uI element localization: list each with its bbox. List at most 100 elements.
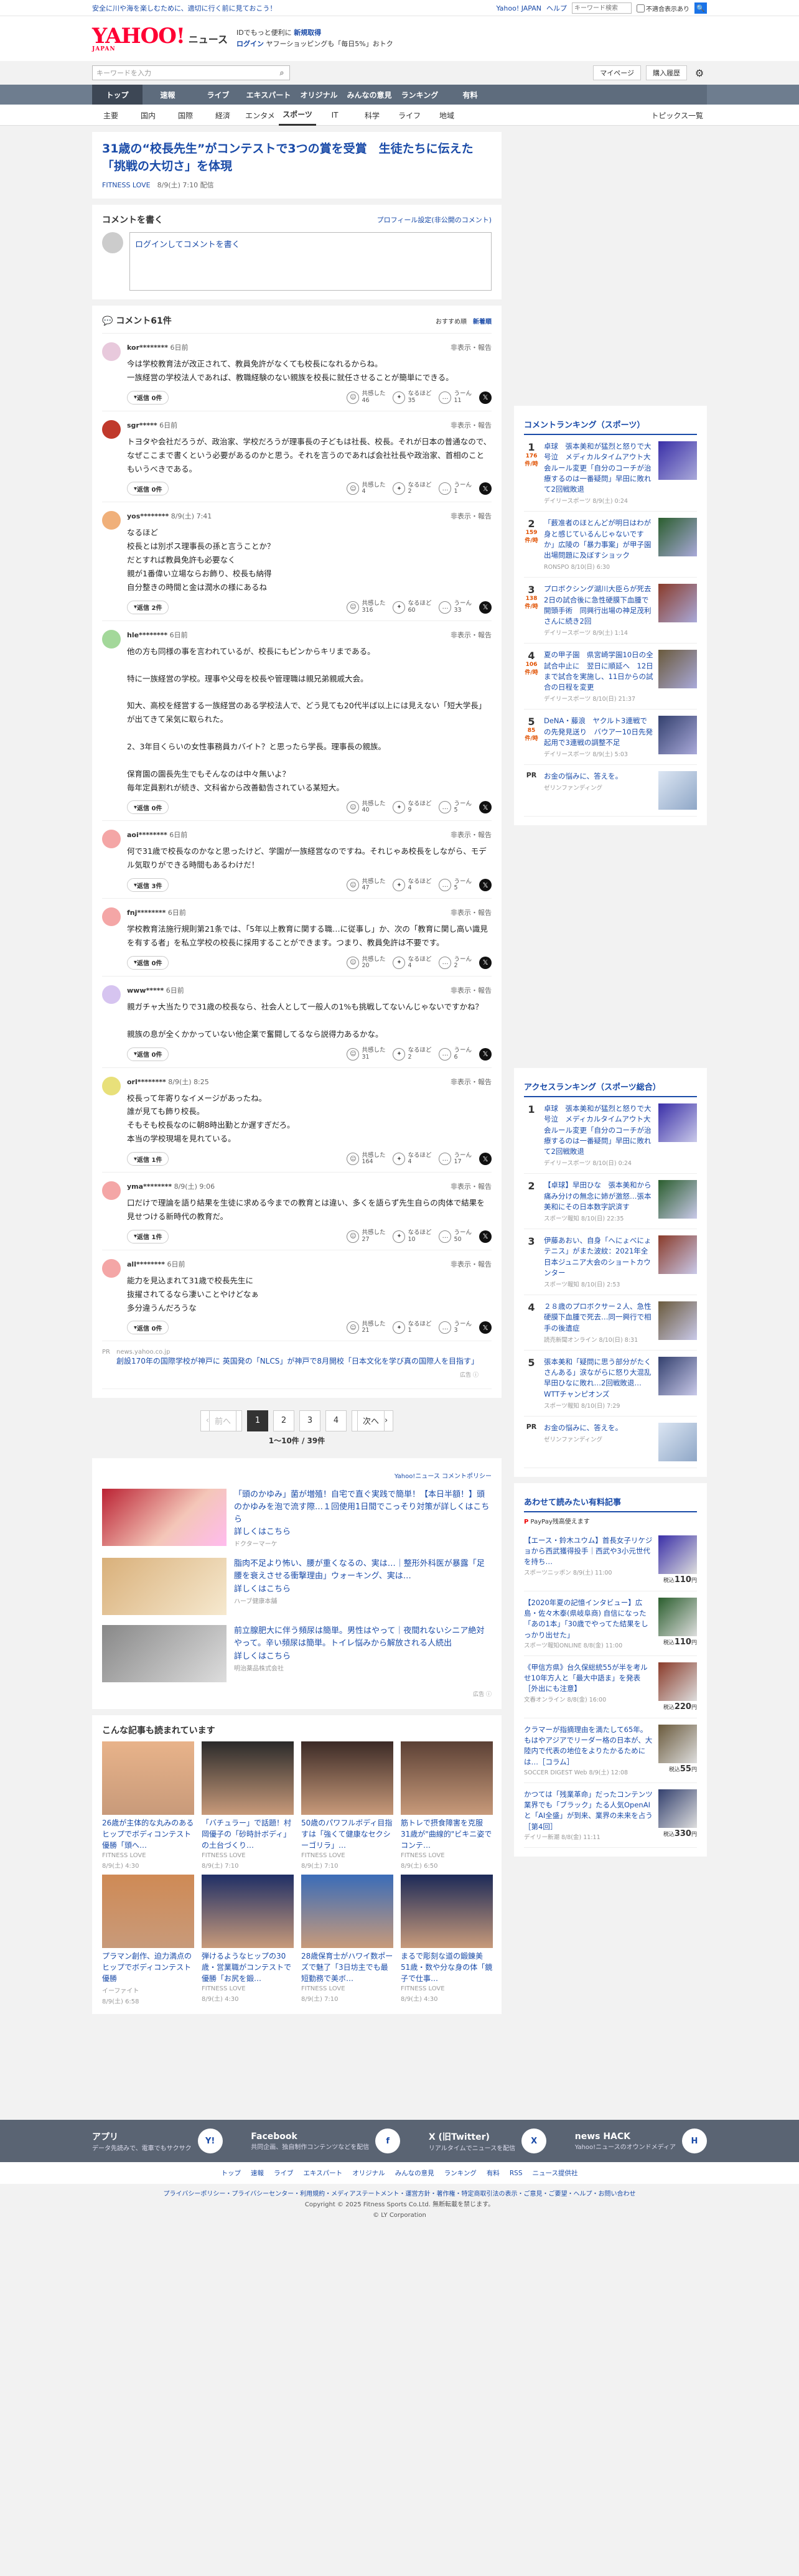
- subnav-world[interactable]: 国際: [167, 105, 204, 126]
- rank-title[interactable]: DeNA・藤浪 ヤクルト3連戦での先発見送り バウアー10日先発起用で3連戦の調…: [544, 716, 653, 748]
- comment-report-link[interactable]: 非表示・報告: [451, 985, 492, 995]
- comment-ranking-title[interactable]: コメントランキング（スポーツ）: [524, 415, 697, 435]
- access-rank-item[interactable]: 3 伊藤あおい、自身「へにょべにょテニス」がまた波紋：2021年全日本ジュニア大会…: [524, 1229, 697, 1295]
- related-thumbnail[interactable]: [401, 1741, 493, 1815]
- related-article[interactable]: 「バチュラー」で話題！村岡優子の「砂時計ボディ」の土台づくり… FITNESS L…: [202, 1741, 294, 1870]
- reaction-button[interactable]: … うーん 3: [439, 1321, 472, 1334]
- reaction-button[interactable]: ✦ なるほど 35: [393, 391, 431, 404]
- rank-title[interactable]: 【卓球】早田ひな 張本美和から痛み分けの無念に姉が激怒…張本美和にその日本数字訳…: [544, 1180, 653, 1212]
- related-thumbnail[interactable]: [102, 1741, 194, 1815]
- rank-thumbnail[interactable]: [658, 1180, 697, 1219]
- footer-block-title[interactable]: X (旧Twitter): [429, 2130, 515, 2143]
- related-article[interactable]: プラマン創作、迫力満点のヒップでボディコンテスト優勝 イーファイト 8/9(土) 6…: [102, 1875, 194, 2005]
- rank-thumbnail[interactable]: [658, 1235, 697, 1274]
- nav-expert[interactable]: エキスパート: [243, 85, 294, 105]
- reaction-button[interactable]: ☺ 共感した 40: [347, 800, 385, 814]
- subnav-economy[interactable]: 経済: [204, 105, 241, 126]
- reaction-button[interactable]: … うーん 11: [439, 391, 472, 404]
- related-title[interactable]: 弾けるようなヒップの30歳・営業職がコンテストで優勝「お尻を鍛…: [202, 1951, 294, 1984]
- related-article[interactable]: 弾けるようなヒップの30歳・営業職がコンテストで優勝「お尻を鍛… FITNESS …: [202, 1875, 294, 2005]
- footer-block[interactable]: アプリ データ先読みで、電車でもサクサク Y!: [92, 2129, 223, 2154]
- reaction-button[interactable]: ✦ なるほど 4: [393, 1152, 431, 1166]
- reaction-button[interactable]: ✦ なるほど 2: [393, 482, 431, 495]
- paid-article-title[interactable]: 【2020年夏の記憶インタビュー】広島・佐々木泰(県岐阜商) 自信になった「あの…: [524, 1598, 653, 1641]
- rank-title[interactable]: 「薮准者のほとんどが明日はわが身と感じているんじゃないですか」広陵の「暴力事案」…: [544, 518, 653, 561]
- footer-nav-link[interactable]: トップ: [222, 2170, 241, 2177]
- ad-item[interactable]: 「頭のかゆみ」菌が増殖！自宅で直ぐ実践で簡単！【本日半額！】頭のかゆみを泡で流す…: [102, 1484, 492, 1553]
- search-icon[interactable]: ⌕: [274, 68, 289, 78]
- related-title[interactable]: 筋トレで摂食障害を克服 31歳が"曲線的"ビキニ姿でコンテ…: [401, 1817, 493, 1851]
- reply-button[interactable]: ▾ 返信 2件: [127, 600, 169, 614]
- paid-article-item[interactable]: クラマーが指摘理由を満たして65年。もはやアジアでリーダー格の日本が、大陸内で代…: [524, 1718, 697, 1783]
- comment-username[interactable]: aoi********: [127, 831, 167, 839]
- reply-button[interactable]: ▾ 返信 3件: [127, 878, 169, 892]
- subnav-life[interactable]: ライフ: [391, 105, 428, 126]
- subnav-sports[interactable]: スポーツ: [279, 105, 316, 126]
- comment-report-link[interactable]: 非表示・報告: [451, 1181, 492, 1191]
- side-pr-2[interactable]: PR お金の悩みに、答えを。 ゼリンファンディング: [524, 1417, 697, 1468]
- subnav-local[interactable]: 地域: [428, 105, 465, 126]
- x-share-icon[interactable]: 𝕏: [479, 391, 492, 404]
- ad-item[interactable]: 前立腺肥大に伴う頻尿は簡単。男性はやって｜夜間れないシニア絶対やって。辛い頻尿は…: [102, 1620, 492, 1687]
- rank-title[interactable]: ２８歳のプロボクサー２人、急性硬膜下血腫で死去…同一興行で相手の後遺症: [544, 1301, 653, 1334]
- comment-rank-item[interactable]: 5 85 件/時 DeNA・藤浪 ヤクルト3連戦での先発見送り バウアー10日先発起用…: [524, 710, 697, 765]
- related-thumbnail[interactable]: [102, 1875, 194, 1949]
- policy-links[interactable]: プライバシーポリシー・プライバシーセンター・利用規約・メディアステートメント・運…: [0, 2189, 799, 2199]
- commenter-avatar[interactable]: [102, 830, 121, 849]
- access-rank-item[interactable]: 4 ２８歳のプロボクサー２人、急性硬膜下血腫で死去…同一興行で相手の後遺症 読売新聞…: [524, 1295, 697, 1351]
- x-share-icon[interactable]: 𝕏: [479, 801, 492, 814]
- reaction-button[interactable]: … うーん 33: [439, 601, 472, 614]
- x-share-icon[interactable]: 𝕏: [479, 879, 492, 892]
- news-service-name[interactable]: ニュース: [189, 31, 228, 46]
- related-title[interactable]: まるで彫刻な道の鍛錬美 51歳・数や分な身の体「鏡子で仕事…: [401, 1951, 493, 1984]
- related-thumbnail[interactable]: [202, 1875, 294, 1949]
- access-rank-item[interactable]: 1 卓球 張本美和が猛烈と怒りで大号泣 メディカルタイムアウト大会ルール変更「自分…: [524, 1097, 697, 1174]
- search-box[interactable]: キーワードを入力 ⌕: [92, 65, 290, 80]
- top-search-button[interactable]: 🔍: [694, 2, 707, 14]
- related-thumbnail[interactable]: [301, 1741, 393, 1815]
- reply-button[interactable]: ▾ 返信 0件: [127, 1047, 169, 1061]
- ad-headline[interactable]: 脂肉不足より怖い、腰が重くなるの、実は…｜整形外科医が暴露「足腰を衰えさせる衝撃…: [234, 1558, 492, 1583]
- paid-article-thumbnail[interactable]: [658, 1724, 697, 1763]
- sort-recommended[interactable]: おすすめ順: [436, 316, 467, 326]
- nav-top[interactable]: トップ: [92, 85, 143, 105]
- mypage-button[interactable]: マイページ: [593, 65, 641, 80]
- reply-button[interactable]: ▾ 返信 0件: [127, 482, 169, 496]
- paid-article-item[interactable]: 【2020年夏の記憶インタビュー】広島・佐々木泰(県岐阜商) 自信になった「あの…: [524, 1591, 697, 1656]
- commenter-avatar[interactable]: [102, 1258, 121, 1278]
- reaction-button[interactable]: ☺ 共感した 47: [347, 878, 385, 892]
- related-article[interactable]: 筋トレで摂食障害を克服 31歳が"曲線的"ビキニ姿でコンテ… FITNESS LO…: [401, 1741, 493, 1870]
- reaction-button[interactable]: ✦ なるほど 4: [393, 956, 431, 970]
- reply-button[interactable]: ▾ 返信 0件: [127, 1321, 169, 1335]
- paid-article-thumbnail[interactable]: [658, 1789, 697, 1828]
- reaction-button[interactable]: ☺ 共感した 46: [347, 391, 385, 404]
- footer-block[interactable]: Facebook 共同企画、独自制作コンテンツなどを配信 f: [251, 2129, 401, 2154]
- subnav-it[interactable]: IT: [316, 105, 353, 126]
- reaction-button[interactable]: ☺ 共感した 164: [347, 1152, 385, 1166]
- commenter-avatar[interactable]: [102, 1181, 121, 1201]
- paid-articles-title[interactable]: あわせて読みたい有料記事: [524, 1492, 697, 1512]
- footer-nav-link[interactable]: 有料: [487, 2170, 500, 2177]
- prev-page-button[interactable]: ‹ 前へ: [200, 1410, 242, 1431]
- ad-text[interactable]: 創設170年の国際学校が神戸に 英国発の「NLCS」が神戸で8月開校「日本文化を…: [116, 1356, 479, 1367]
- footer-nav-link[interactable]: ランキング: [444, 2170, 477, 2177]
- comment-report-link[interactable]: 非表示・報告: [451, 907, 492, 917]
- comment-username[interactable]: kor********: [127, 344, 168, 352]
- comment-username[interactable]: yma********: [127, 1183, 172, 1191]
- x-share-icon[interactable]: 𝕏: [479, 956, 492, 969]
- paid-article-thumbnail[interactable]: [658, 1597, 697, 1636]
- nav-paid[interactable]: 有料: [445, 85, 495, 105]
- subnav-main[interactable]: 主要: [92, 105, 129, 126]
- nav-opinion[interactable]: みんなの意見: [344, 85, 395, 105]
- ad-cta-link[interactable]: 詳しくはこちら: [234, 1526, 492, 1539]
- related-article[interactable]: まるで彫刻な道の鍛錬美 51歳・数や分な身の体「鏡子で仕事… FITNESS LO…: [401, 1875, 493, 2005]
- purchase-history-button[interactable]: 購入履歴: [646, 65, 687, 80]
- related-title[interactable]: 「バチュラー」で話題！村岡優子の「砂時計ボディ」の土台づくり…: [202, 1817, 294, 1851]
- related-thumbnail[interactable]: [401, 1875, 493, 1949]
- comment-report-link[interactable]: 非表示・報告: [451, 630, 492, 640]
- comment-username[interactable]: yos********: [127, 512, 169, 520]
- topics-list-link[interactable]: トピックス一覧: [651, 105, 707, 126]
- commenter-avatar[interactable]: [102, 419, 121, 439]
- footer-nav-link[interactable]: ニュース提供社: [533, 2170, 578, 2177]
- comment-report-link[interactable]: 非表示・報告: [451, 830, 492, 840]
